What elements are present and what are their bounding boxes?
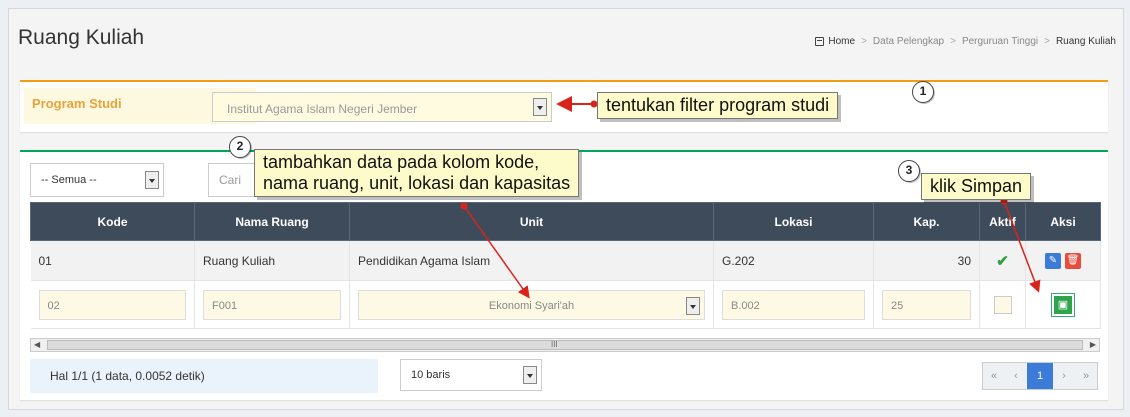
save-icon: ▣ bbox=[1057, 299, 1069, 311]
rows-per-page-select[interactable]: 10 baris bbox=[400, 359, 542, 391]
kode-input[interactable]: 02 bbox=[38, 289, 186, 320]
cell-aksi: ✎ 🗑 bbox=[1025, 240, 1101, 281]
cell-aktif: ✔ bbox=[979, 240, 1026, 281]
col-header-aksi: Aksi bbox=[1025, 202, 1101, 241]
pager-next[interactable]: › bbox=[1053, 363, 1075, 389]
trash-icon: 🗑 bbox=[1066, 255, 1080, 266]
breadcrumb-home-label: Home bbox=[828, 36, 856, 47]
new-entry-row: 02 F001 Ekonomi Syari'ah B.002 25 ▣ bbox=[30, 280, 1101, 329]
cell-nama-edit: F001 bbox=[194, 280, 350, 329]
cell-lokasi: G.202 bbox=[713, 240, 874, 281]
nama-ruang-input[interactable]: F001 bbox=[203, 289, 341, 320]
edit-button[interactable]: ✎ bbox=[1045, 252, 1061, 269]
cell-kode: 01 bbox=[30, 240, 195, 281]
scrollbar-thumb[interactable] bbox=[47, 340, 1083, 350]
horizontal-scrollbar[interactable]: ◀ III ▶ bbox=[30, 338, 1100, 352]
breadcrumb: Home > Data Pelengkap > Perguruan Tinggi… bbox=[815, 36, 1116, 47]
scroll-left-icon[interactable]: ◀ bbox=[34, 339, 40, 351]
cell-aktif-edit bbox=[979, 280, 1026, 329]
callout-3-number: 3 bbox=[898, 160, 920, 182]
cell-lokasi-edit: B.002 bbox=[713, 280, 874, 329]
callout-2-number: 2 bbox=[229, 136, 251, 158]
paging-info: Hal 1/1 (1 data, 0.0052 detik) bbox=[30, 359, 378, 393]
callout-1-number: 1 bbox=[912, 81, 934, 103]
aktif-checkbox[interactable] bbox=[993, 295, 1012, 314]
status-filter-select[interactable]: -- Semua -- bbox=[30, 163, 164, 197]
pagination: « ‹ 1 › » bbox=[982, 362, 1098, 390]
chevron-down-icon[interactable] bbox=[533, 98, 547, 116]
save-button[interactable]: ▣ bbox=[1052, 293, 1074, 316]
chevron-down-icon[interactable] bbox=[686, 296, 700, 315]
scroll-right-icon[interactable]: ▶ bbox=[1090, 339, 1096, 351]
pager-first[interactable]: « bbox=[983, 363, 1005, 389]
cell-kapasitas-edit: 25 bbox=[873, 280, 980, 329]
callout-2-line-2: nama ruang, unit, lokasi dan kapasitas bbox=[263, 173, 571, 193]
callout-2-line-1: tambahkan data pada kolom kode, bbox=[263, 152, 540, 172]
cell-nama-ruang: Ruang Kuliah bbox=[194, 240, 350, 281]
cell-kode-edit: 02 bbox=[30, 280, 195, 329]
callout-2: tambahkan data pada kolom kode, nama rua… bbox=[254, 149, 580, 197]
check-icon: ✔ bbox=[996, 252, 1009, 270]
col-header-kapasitas[interactable]: Kap. bbox=[873, 202, 980, 241]
callout-1: tentukan filter program studi bbox=[597, 92, 839, 119]
chevron-down-icon[interactable] bbox=[145, 171, 159, 189]
delete-button[interactable]: 🗑 bbox=[1065, 252, 1081, 269]
home-icon bbox=[815, 37, 825, 46]
table-header-row: Kode Nama Ruang Unit Lokasi Kap. Aktif A… bbox=[30, 202, 1101, 241]
col-header-nama-ruang[interactable]: Nama Ruang bbox=[194, 202, 350, 241]
table-row: 01 Ruang Kuliah Pendidikan Agama Islam G… bbox=[30, 240, 1101, 281]
col-header-kode[interactable]: Kode bbox=[30, 202, 195, 241]
scroll-grip-icon: III bbox=[551, 340, 558, 349]
ruang-kuliah-table: Kode Nama Ruang Unit Lokasi Kap. Aktif A… bbox=[30, 202, 1101, 329]
page-title: Ruang Kuliah bbox=[18, 26, 145, 49]
unit-select[interactable]: Ekonomi Syari'ah bbox=[358, 289, 705, 320]
col-header-unit[interactable]: Unit bbox=[349, 202, 714, 241]
kapasitas-input[interactable]: 25 bbox=[882, 289, 971, 320]
cell-unit: Pendidikan Agama Islam bbox=[349, 240, 714, 281]
breadcrumb-item-current: Ruang Kuliah bbox=[1055, 36, 1116, 47]
breadcrumb-separator: > bbox=[861, 36, 867, 47]
unit-select-value: Ekonomi Syari'ah bbox=[488, 299, 575, 312]
cell-unit-edit: Ekonomi Syari'ah bbox=[349, 280, 714, 329]
program-studi-select[interactable]: Institut Agama Islam Negeri Jember bbox=[212, 92, 552, 122]
callout-3: klik Simpan bbox=[921, 173, 1032, 200]
breadcrumb-separator: > bbox=[1044, 36, 1050, 47]
col-header-aktif[interactable]: Aktif bbox=[979, 202, 1026, 241]
row-actions: ✎ 🗑 bbox=[1034, 252, 1092, 269]
lokasi-input[interactable]: B.002 bbox=[722, 289, 865, 320]
col-header-lokasi[interactable]: Lokasi bbox=[713, 202, 874, 241]
cell-kapasitas: 30 bbox=[873, 240, 980, 281]
pencil-icon: ✎ bbox=[1048, 255, 1058, 266]
breadcrumb-separator: > bbox=[950, 36, 956, 47]
pager-current[interactable]: 1 bbox=[1027, 363, 1053, 389]
breadcrumb-home[interactable]: Home bbox=[815, 36, 855, 47]
cell-aksi-edit: ▣ bbox=[1025, 280, 1101, 329]
rows-per-page-value: 10 baris bbox=[411, 369, 451, 381]
status-filter-value: -- Semua -- bbox=[41, 174, 97, 186]
pager-last[interactable]: » bbox=[1075, 363, 1097, 389]
filter-panel: Program Studi Institut Agama Islam Neger… bbox=[20, 80, 1108, 132]
breadcrumb-item-data-pelengkap[interactable]: Data Pelengkap bbox=[873, 36, 944, 47]
program-studi-value: Institut Agama Islam Negeri Jember bbox=[227, 102, 418, 116]
breadcrumb-item-perguruan-tinggi[interactable]: Perguruan Tinggi bbox=[962, 36, 1038, 47]
pager-prev[interactable]: ‹ bbox=[1005, 363, 1027, 389]
chevron-down-icon[interactable] bbox=[523, 366, 537, 384]
